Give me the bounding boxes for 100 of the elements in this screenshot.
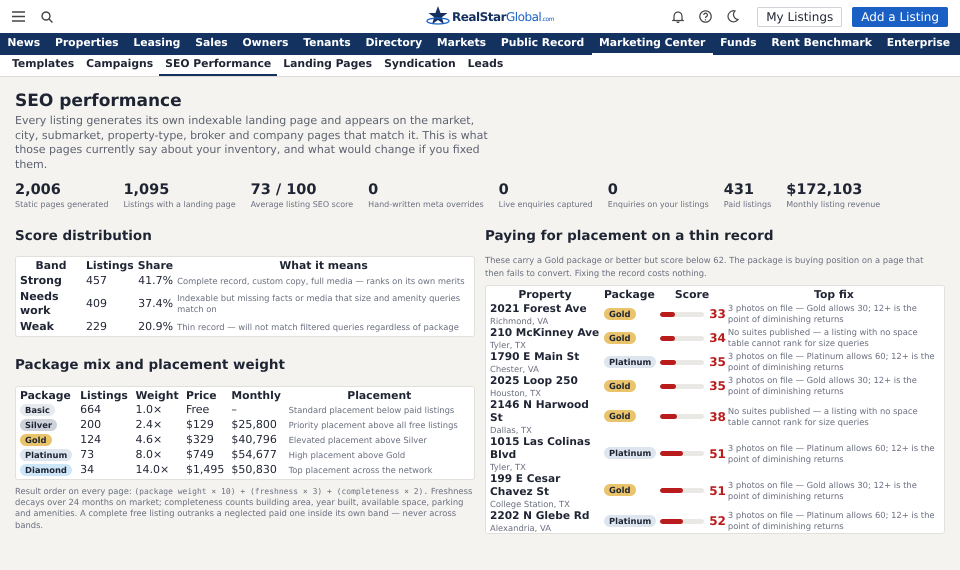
property-city: Tyler, TX: [490, 462, 527, 472]
column-header: Price: [186, 388, 217, 402]
table-cell: 2.4×: [136, 418, 162, 431]
fix-description: 3 photos on file — Gold allows 30; 12+ is the point of diminishing returns: [728, 375, 917, 396]
subnav-tab[interactable]: Campaigns: [80, 55, 160, 76]
table-cell: $54,677: [231, 448, 277, 461]
fix-description: 3 photos on file — Platinum allows 60; 12+ is the point of diminishing returns: [728, 351, 935, 372]
property-name: 2202 N Glebe Rd: [490, 510, 590, 524]
fix-description: 3 photos on file — Gold allows 30; 12+ is the point of diminishing returns: [728, 303, 917, 324]
nav-tab[interactable]: Sales: [188, 33, 236, 55]
score-bar: [660, 312, 704, 317]
column-header: Band: [36, 259, 66, 272]
table-cell: Free: [186, 403, 210, 416]
property-name: 1015 Las Colinas Blvd: [490, 436, 592, 462]
header-button[interactable]: Add a Listing: [852, 6, 948, 26]
stat-label: Average listing SEO score: [250, 199, 354, 210]
nav-tab[interactable]: Funds: [712, 33, 764, 55]
placement-description: High placement above Gold: [288, 450, 406, 460]
placement-description: Elevated placement above Silver: [288, 434, 427, 444]
property-name: 199 E Cesar Chavez St: [490, 473, 562, 500]
band-name: Needs work: [20, 290, 59, 318]
table-cell: $749: [186, 448, 214, 461]
score-bar: [660, 451, 704, 456]
subnav-tab[interactable]: Syndication: [378, 55, 462, 76]
score-value: 52: [709, 514, 726, 528]
stat-label: Paid listings: [724, 199, 772, 210]
band-description: Complete record, custom copy, full media — ranks on its own merits: [177, 276, 465, 286]
score-bar: [660, 384, 704, 389]
band-description: Indexable but missing facts or media that size and amenity queries match on: [177, 293, 460, 314]
table-cell: 229: [86, 320, 107, 334]
property-name: 2146 N Harwood St: [490, 399, 590, 426]
table-cell: $129: [186, 418, 214, 431]
subnav-tab[interactable]: Leads: [462, 55, 510, 76]
score-value: 35: [709, 355, 726, 370]
placement-description: Priority placement above all free listings: [288, 420, 458, 430]
stat-value: 0: [368, 182, 380, 199]
table-cell: $50,830: [231, 463, 277, 476]
placement-description: Standard placement below paid listings: [288, 404, 454, 414]
menu-icon[interactable]: [12, 11, 25, 22]
property-city: Dallas, TX: [490, 425, 533, 436]
subnav-tab[interactable]: SEO Performance: [159, 55, 278, 76]
nav-tab[interactable]: Tenants: [296, 33, 358, 55]
score-bar: [660, 360, 704, 365]
subnav-tab[interactable]: Landing Pages: [277, 55, 378, 76]
nav-tab[interactable]: Owners: [235, 33, 296, 55]
package-badge: Gold: [604, 410, 636, 422]
subnav-tab[interactable]: Templates: [6, 55, 80, 76]
package-badge: Gold: [604, 332, 636, 344]
placement-description: Top placement across the network: [288, 464, 432, 474]
stat-label: Enquiries on your listings: [608, 199, 709, 210]
column-header: What it means: [279, 259, 368, 272]
nav-tab[interactable]: Rent Benchmark: [764, 33, 880, 55]
nav-tab[interactable]: Properties: [48, 33, 126, 55]
nav-tab[interactable]: Public Record: [493, 33, 592, 55]
section-heading: Package mix and placement weight: [15, 356, 286, 376]
property-city: Houston, TX: [490, 388, 542, 398]
table-cell: 20.9%: [138, 320, 174, 334]
search-icon[interactable]: [41, 10, 53, 22]
page-title: SEO performance: [15, 91, 183, 111]
table-cell: 8.0×: [136, 448, 162, 461]
table-cell: 41.7%: [138, 274, 174, 288]
package-badge: Platinum: [604, 356, 656, 368]
package-badge: Gold: [604, 308, 636, 320]
band-name: Weak: [20, 320, 54, 334]
package-badge: Platinum: [20, 448, 72, 460]
property-name: 2021 Forest Ave: [490, 303, 588, 316]
property-city: Chester, VA: [490, 364, 540, 374]
table-cell: 1.0×: [136, 403, 162, 416]
package-badge: Platinum: [604, 447, 656, 460]
nav-tab[interactable]: Directory: [358, 33, 430, 55]
table-cell: 34: [80, 463, 94, 476]
nav-tab[interactable]: Markets: [430, 33, 494, 55]
property-name: 2025 Loop 250: [490, 375, 579, 388]
table-cell: 73: [80, 448, 94, 461]
table-cell: 37.4%: [138, 297, 174, 310]
nav-tab[interactable]: Leasing: [126, 33, 188, 55]
band-description: Thin record — will not match filtered queries regardless of package: [177, 322, 459, 332]
score-value: 51: [709, 446, 726, 461]
nav-tab[interactable]: Enterprise: [879, 33, 958, 55]
package-badge: Silver: [20, 418, 58, 430]
header-button[interactable]: My Listings: [757, 6, 842, 26]
column-header: Weight: [136, 388, 179, 402]
table-cell: 664: [80, 403, 102, 416]
stat-value: 0: [498, 182, 510, 199]
nav-tab[interactable]: News: [0, 33, 48, 55]
score-value: 33: [709, 307, 726, 322]
stat-value: 73 / 100: [250, 182, 318, 199]
help-icon[interactable]: [699, 10, 712, 23]
table-cell: 14.0×: [136, 463, 170, 476]
package-badge: Gold: [20, 434, 52, 446]
bell-icon[interactable]: [672, 10, 684, 23]
fix-description: 3 photos on file — Platinum allows 60; 12+ is the point of diminishing returns: [728, 442, 935, 464]
property-name: 210 McKinney Ave: [490, 327, 600, 340]
stat-value: 431: [724, 182, 756, 199]
table-cell: $40,796: [231, 433, 277, 446]
column-header: Listings: [86, 259, 134, 272]
moon-icon[interactable]: [727, 10, 740, 23]
score-bar: [660, 414, 704, 420]
table-cell: $25,800: [231, 418, 277, 431]
fix-description: No suites published — a listing with no space table cannot rank for size queries: [728, 406, 918, 427]
